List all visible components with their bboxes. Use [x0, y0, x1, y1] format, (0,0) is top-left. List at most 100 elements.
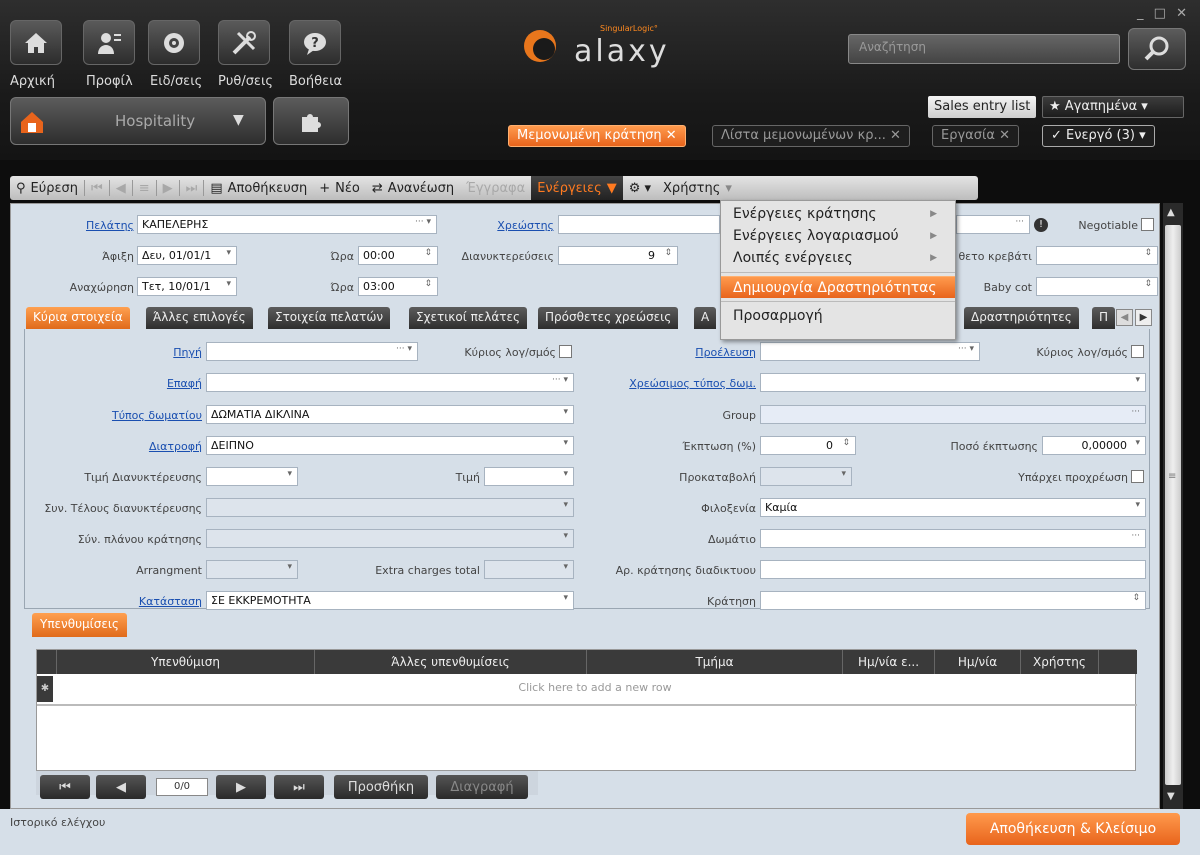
save-button[interactable]: ▤ Αποθήκευση: [204, 176, 313, 200]
search-button[interactable]: [1128, 28, 1186, 70]
favorites-button[interactable]: ★ Αγαπημένα ▾: [1042, 96, 1184, 118]
negotiable-checkbox[interactable]: [1141, 218, 1154, 231]
next-record-button[interactable]: ▶: [157, 176, 179, 200]
prev-page-button[interactable]: ◀: [96, 775, 146, 799]
home-button[interactable]: [10, 20, 62, 65]
module-selector[interactable]: Hospitality ▼: [10, 97, 266, 145]
group-field[interactable]: ···: [760, 405, 1146, 424]
debtor-field[interactable]: [558, 215, 720, 234]
tab-client-details[interactable]: Στοιχεία πελατών: [268, 307, 391, 329]
discount-field[interactable]: 0 ⇕: [760, 436, 856, 455]
main-account-checkbox[interactable]: [559, 345, 572, 358]
night-price-field[interactable]: ▾: [206, 467, 298, 486]
tab-truncated[interactable]: Α: [694, 307, 717, 329]
arrival-date-field[interactable]: Δευ, 01/01/1 ▾: [137, 246, 237, 265]
last-page-button[interactable]: ⏭: [274, 775, 324, 799]
search-input[interactable]: Αναζήτηση: [848, 34, 1120, 64]
sales-entry-list-button[interactable]: Sales entry list: [928, 96, 1037, 118]
tab-extra-charges[interactable]: Πρόσθετες χρεώσεις: [538, 307, 679, 329]
arrangement-field[interactable]: ▾: [206, 560, 298, 579]
prev-record-button[interactable]: ◀: [110, 176, 132, 200]
discount-amount-field[interactable]: 0,00000 ▾: [1042, 436, 1146, 455]
plugin-button[interactable]: [273, 97, 349, 145]
options-button[interactable]: ⚙ ▾: [623, 176, 657, 200]
audit-history-link[interactable]: Ιστορικό ελέγχου: [10, 816, 105, 829]
first-record-button[interactable]: ⏮: [85, 176, 109, 200]
client-label[interactable]: Πελάτης: [60, 219, 134, 232]
charge-room-field[interactable]: ▾: [760, 373, 1146, 392]
vertical-scrollbar[interactable]: ▲ ≡ ▼: [1163, 203, 1183, 809]
tax-field[interactable]: ▾: [206, 498, 574, 517]
price-field[interactable]: ▾: [484, 467, 574, 486]
col-other-reminders[interactable]: Άλλες υπενθυμίσεις: [315, 650, 587, 674]
tab-truncated-end[interactable]: Π: [1092, 307, 1116, 329]
hospitality-field[interactable]: Καμία ▾: [760, 498, 1146, 517]
menu-item-customize[interactable]: Προσαρμογή: [721, 305, 955, 327]
find-button[interactable]: ⚲ Εύρεση: [10, 176, 84, 200]
plan-field[interactable]: ▾: [206, 529, 574, 548]
extra-charges-field[interactable]: ▾: [484, 560, 574, 579]
origin-label[interactable]: Προέλευση: [600, 346, 756, 359]
tab-task[interactable]: Εργασία ✕: [932, 125, 1019, 147]
col-department[interactable]: Τμήμα: [587, 650, 843, 674]
departure-date-field[interactable]: Τετ, 10/01/1 ▾: [137, 277, 237, 296]
menu-item-reservation-actions[interactable]: Ενέργειες κράτησης ▶: [721, 203, 955, 225]
source-label[interactable]: Πηγή: [90, 346, 202, 359]
deposit-field[interactable]: ▾: [760, 467, 852, 486]
web-reservation-field[interactable]: [760, 560, 1146, 579]
col-date[interactable]: Ημ/νία: [935, 650, 1021, 674]
col-reminder[interactable]: Υπενθύμιση: [57, 650, 315, 674]
settings-button[interactable]: [218, 20, 270, 65]
tab-active[interactable]: ✓ Ενεργό (3) ▾: [1042, 125, 1155, 147]
page-indicator[interactable]: 0/0: [156, 778, 208, 796]
menu-item-create-activity[interactable]: Δημιουργία Δραστηριότητας: [721, 276, 955, 298]
last-record-button[interactable]: ⏭: [180, 176, 204, 200]
nights-field[interactable]: 9 ⇕: [558, 246, 678, 265]
extra-bed-field[interactable]: ⇕: [1036, 246, 1158, 265]
arrival-time-field[interactable]: 00:00 ⇕: [358, 246, 438, 265]
board-field[interactable]: ΔΕΙΠΝΟ ▾: [206, 436, 574, 455]
actions-menu-button[interactable]: Ενέργειες ▼: [531, 176, 623, 200]
first-page-button[interactable]: ⏮: [40, 775, 90, 799]
debtor-label[interactable]: Χρεώστης: [470, 219, 554, 232]
col-date-e[interactable]: Ημ/νία ε...: [843, 650, 935, 674]
notifications-button[interactable]: [148, 20, 200, 65]
save-and-close-button[interactable]: Αποθήκευση & Κλείσιμο: [966, 813, 1180, 845]
documents-button[interactable]: Έγγραφα: [460, 176, 531, 200]
menu-item-account-actions[interactable]: Ενέργειες λογαριασμού ▶: [721, 225, 955, 247]
menu-item-other-actions[interactable]: Λοιπές ενέργειες ▶: [721, 247, 955, 269]
charge-room-label[interactable]: Χρεώσιμος τύπος δωμ.: [580, 377, 756, 390]
status-label[interactable]: Κατάσταση: [60, 595, 202, 608]
add-new-row[interactable]: Click here to add a new row: [55, 681, 1135, 694]
client-field[interactable]: ΚΑΠΕΛΕΡΗΣ ··· ▾: [137, 215, 437, 234]
tab-main-details[interactable]: Κύρια στοιχεία: [26, 307, 130, 329]
tab-activities[interactable]: Δραστηριότητες: [964, 307, 1079, 329]
scroll-thumb[interactable]: [1165, 225, 1181, 785]
precharge-checkbox[interactable]: [1131, 470, 1144, 483]
user-menu-button[interactable]: Χρήστης ▾: [657, 176, 738, 200]
refresh-button[interactable]: ⇄ Ανανέωση: [366, 176, 460, 200]
status-field[interactable]: ΣΕ ΕΚΚΡΕΜΟΤΗΤΑ ▾: [206, 591, 574, 610]
add-button[interactable]: Προσθήκη: [334, 775, 428, 799]
booking-field[interactable]: ⇕: [760, 591, 1146, 610]
room-field[interactable]: ···: [760, 529, 1146, 548]
board-label[interactable]: Διατροφή: [60, 440, 202, 453]
list-button[interactable]: ≡: [133, 176, 156, 200]
col-user[interactable]: Χρήστης: [1021, 650, 1099, 674]
tab-reservations-list[interactable]: Λίστα μεμονωμένων κρ... ✕: [712, 125, 910, 147]
source-field[interactable]: ··· ▾: [206, 342, 418, 361]
tab-other-options[interactable]: Άλλες επιλογές: [146, 307, 253, 329]
room-type-field[interactable]: ΔΩΜΑΤΙΑ ΔΙΚΛΙΝΑ ▾: [206, 405, 574, 424]
tabs-scroll-left-button[interactable]: ◀: [1116, 309, 1133, 326]
origin-field[interactable]: ··· ▾: [760, 342, 980, 361]
tab-single-reservation[interactable]: Μεμονωμένη κράτηση ✕: [508, 125, 686, 147]
contact-label[interactable]: Επαφή: [90, 377, 202, 390]
baby-cot-field[interactable]: ⇕: [1036, 277, 1158, 296]
departure-time-field[interactable]: 03:00 ⇕: [358, 277, 438, 296]
contact-field[interactable]: ··· ▾: [206, 373, 574, 392]
tab-related-clients[interactable]: Σχετικοί πελάτες: [409, 307, 528, 329]
room-type-label[interactable]: Τύπος δωματίου: [60, 409, 202, 422]
help-button[interactable]: ?: [289, 20, 341, 65]
new-button[interactable]: + Νέο: [313, 176, 366, 200]
tabs-scroll-right-button[interactable]: ▶: [1135, 309, 1152, 326]
